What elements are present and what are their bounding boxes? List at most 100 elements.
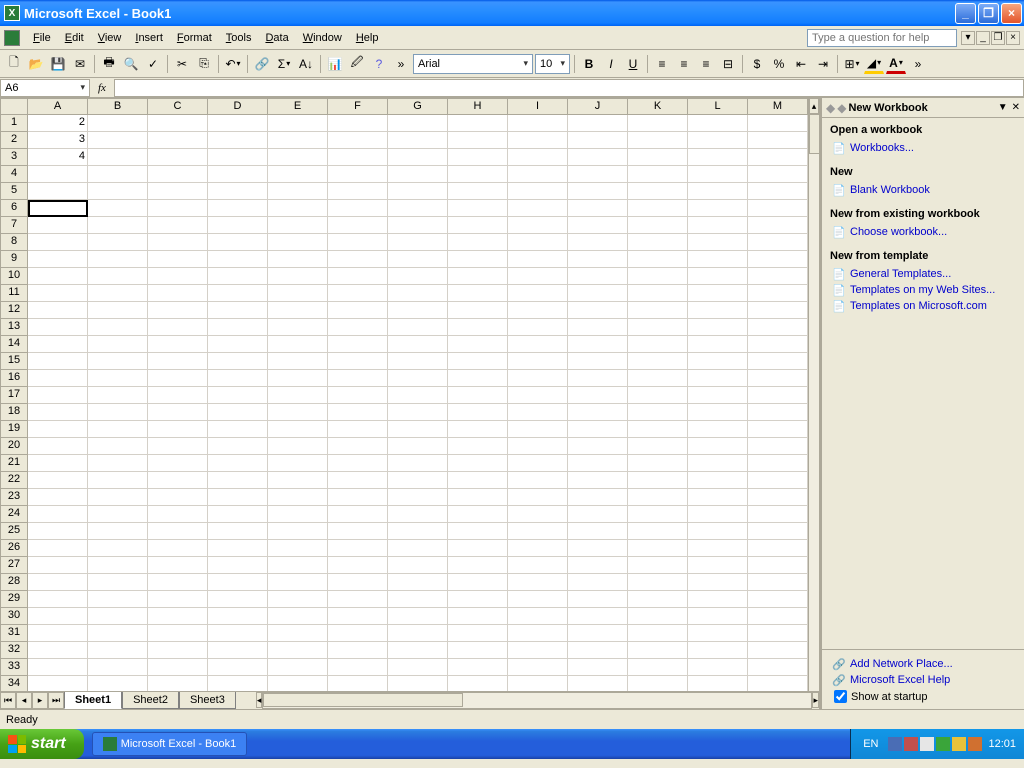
row-header-17[interactable]: 17 bbox=[0, 387, 28, 404]
column-header-D[interactable]: D bbox=[208, 98, 268, 115]
cell-E26[interactable] bbox=[268, 540, 328, 557]
row-header-14[interactable]: 14 bbox=[0, 336, 28, 353]
cell-G4[interactable] bbox=[388, 166, 448, 183]
task-back-icon[interactable]: ◆ bbox=[826, 101, 835, 115]
cell-C29[interactable] bbox=[148, 591, 208, 608]
cell-H25[interactable] bbox=[448, 523, 508, 540]
cell-J6[interactable] bbox=[568, 200, 628, 217]
row-header-15[interactable]: 15 bbox=[0, 353, 28, 370]
cell-K26[interactable] bbox=[628, 540, 688, 557]
cell-A5[interactable] bbox=[28, 183, 88, 200]
cell-L34[interactable] bbox=[688, 676, 748, 691]
cell-K14[interactable] bbox=[628, 336, 688, 353]
cell-B18[interactable] bbox=[88, 404, 148, 421]
tab-nav-last-icon[interactable]: ⏭ bbox=[48, 692, 64, 709]
cell-D11[interactable] bbox=[208, 285, 268, 302]
cell-L11[interactable] bbox=[688, 285, 748, 302]
cell-I13[interactable] bbox=[508, 319, 568, 336]
cell-I4[interactable] bbox=[508, 166, 568, 183]
cell-L1[interactable] bbox=[688, 115, 748, 132]
row-header-6[interactable]: 6 bbox=[0, 200, 28, 217]
cell-H6[interactable] bbox=[448, 200, 508, 217]
cell-K10[interactable] bbox=[628, 268, 688, 285]
cell-M18[interactable] bbox=[748, 404, 808, 421]
cell-J9[interactable] bbox=[568, 251, 628, 268]
cell-G33[interactable] bbox=[388, 659, 448, 676]
cell-I32[interactable] bbox=[508, 642, 568, 659]
menu-file[interactable]: File bbox=[26, 30, 58, 46]
cell-J26[interactable] bbox=[568, 540, 628, 557]
cell-L31[interactable] bbox=[688, 625, 748, 642]
cell-C12[interactable] bbox=[148, 302, 208, 319]
cell-G28[interactable] bbox=[388, 574, 448, 591]
cell-K15[interactable] bbox=[628, 353, 688, 370]
cell-L23[interactable] bbox=[688, 489, 748, 506]
maximize-button[interactable]: ❐ bbox=[978, 3, 999, 24]
cell-J25[interactable] bbox=[568, 523, 628, 540]
cell-B3[interactable] bbox=[88, 149, 148, 166]
cell-B9[interactable] bbox=[88, 251, 148, 268]
cell-C33[interactable] bbox=[148, 659, 208, 676]
cell-D28[interactable] bbox=[208, 574, 268, 591]
cell-M34[interactable] bbox=[748, 676, 808, 691]
cell-F3[interactable] bbox=[328, 149, 388, 166]
cell-F9[interactable] bbox=[328, 251, 388, 268]
cell-G25[interactable] bbox=[388, 523, 448, 540]
cell-L29[interactable] bbox=[688, 591, 748, 608]
underline-icon[interactable]: U bbox=[623, 54, 643, 74]
cell-M25[interactable] bbox=[748, 523, 808, 540]
cell-K29[interactable] bbox=[628, 591, 688, 608]
row-header-21[interactable]: 21 bbox=[0, 455, 28, 472]
cell-D9[interactable] bbox=[208, 251, 268, 268]
cell-D18[interactable] bbox=[208, 404, 268, 421]
column-header-K[interactable]: K bbox=[628, 98, 688, 115]
column-header-B[interactable]: B bbox=[88, 98, 148, 115]
cell-G7[interactable] bbox=[388, 217, 448, 234]
cell-F24[interactable] bbox=[328, 506, 388, 523]
task-link[interactable]: 📄Choose workbook... bbox=[830, 224, 1016, 240]
cell-E11[interactable] bbox=[268, 285, 328, 302]
cell-D26[interactable] bbox=[208, 540, 268, 557]
row-header-30[interactable]: 30 bbox=[0, 608, 28, 625]
cell-K17[interactable] bbox=[628, 387, 688, 404]
cell-C19[interactable] bbox=[148, 421, 208, 438]
cell-E18[interactable] bbox=[268, 404, 328, 421]
cell-C7[interactable] bbox=[148, 217, 208, 234]
cell-J31[interactable] bbox=[568, 625, 628, 642]
cell-H8[interactable] bbox=[448, 234, 508, 251]
cell-K25[interactable] bbox=[628, 523, 688, 540]
cell-K33[interactable] bbox=[628, 659, 688, 676]
cell-D27[interactable] bbox=[208, 557, 268, 574]
cell-A25[interactable] bbox=[28, 523, 88, 540]
task-link[interactable]: 📄Workbooks... bbox=[830, 140, 1016, 156]
cell-F33[interactable] bbox=[328, 659, 388, 676]
cell-H32[interactable] bbox=[448, 642, 508, 659]
cell-F1[interactable] bbox=[328, 115, 388, 132]
cell-K32[interactable] bbox=[628, 642, 688, 659]
cell-F29[interactable] bbox=[328, 591, 388, 608]
cell-I17[interactable] bbox=[508, 387, 568, 404]
cell-H13[interactable] bbox=[448, 319, 508, 336]
column-header-I[interactable]: I bbox=[508, 98, 568, 115]
cell-H20[interactable] bbox=[448, 438, 508, 455]
cell-M30[interactable] bbox=[748, 608, 808, 625]
cell-B20[interactable] bbox=[88, 438, 148, 455]
merge-center-icon[interactable]: ⊟ bbox=[718, 54, 738, 74]
cell-F20[interactable] bbox=[328, 438, 388, 455]
cell-J27[interactable] bbox=[568, 557, 628, 574]
row-header-8[interactable]: 8 bbox=[0, 234, 28, 251]
cell-D13[interactable] bbox=[208, 319, 268, 336]
cell-D6[interactable] bbox=[208, 200, 268, 217]
cell-G2[interactable] bbox=[388, 132, 448, 149]
open-file-icon[interactable]: 📂 bbox=[26, 54, 46, 74]
cell-C13[interactable] bbox=[148, 319, 208, 336]
cell-L13[interactable] bbox=[688, 319, 748, 336]
cell-F5[interactable] bbox=[328, 183, 388, 200]
cell-K30[interactable] bbox=[628, 608, 688, 625]
cell-E12[interactable] bbox=[268, 302, 328, 319]
cell-J29[interactable] bbox=[568, 591, 628, 608]
row-header-29[interactable]: 29 bbox=[0, 591, 28, 608]
menu-window[interactable]: Window bbox=[296, 30, 349, 46]
cell-G23[interactable] bbox=[388, 489, 448, 506]
cell-C30[interactable] bbox=[148, 608, 208, 625]
